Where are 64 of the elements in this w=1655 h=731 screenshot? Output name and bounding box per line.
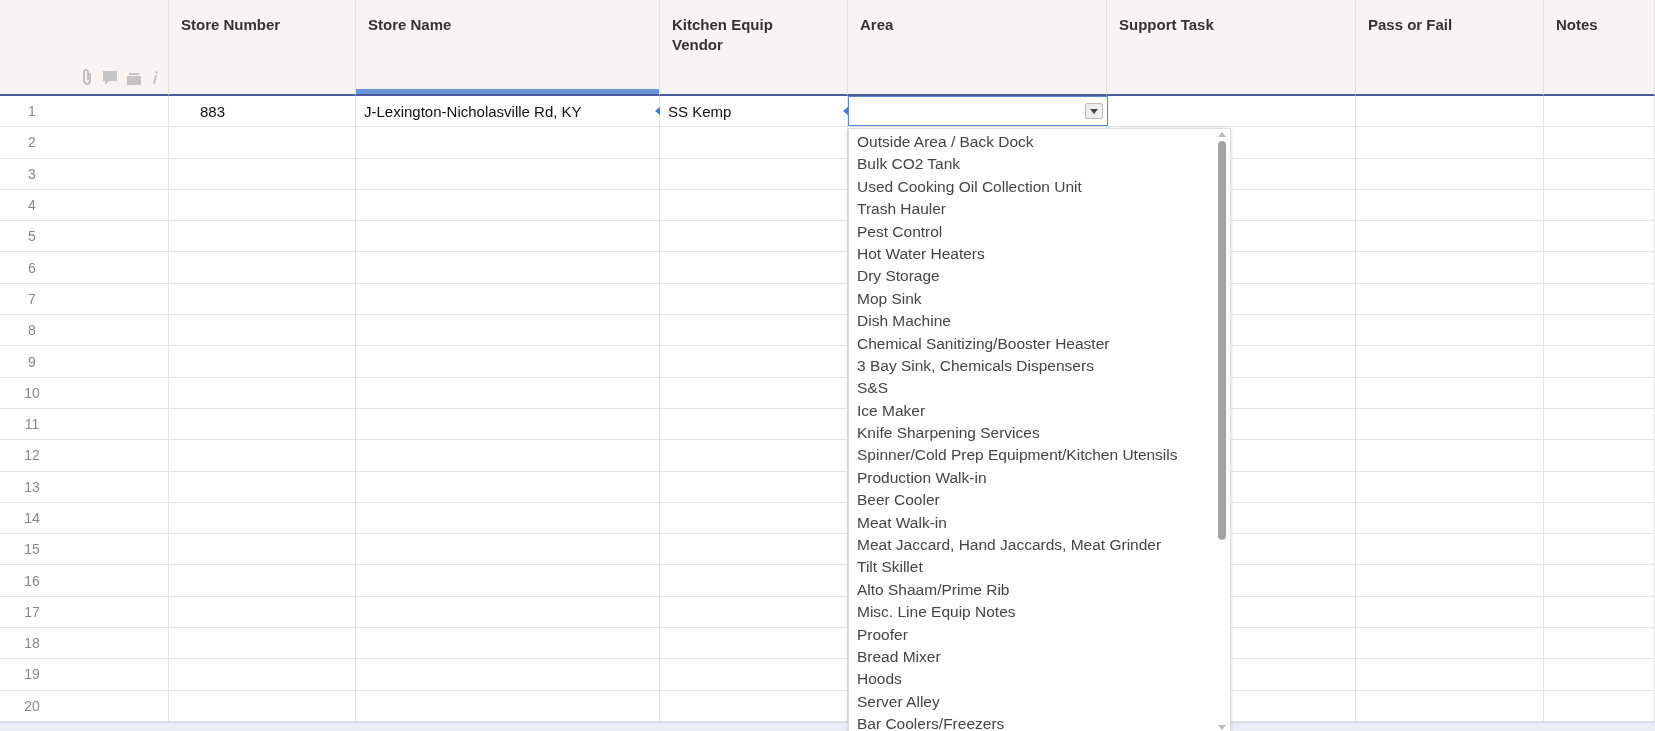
dropdown-option[interactable]: Server Alley: [855, 690, 942, 714]
row-number: 2: [27, 134, 37, 151]
row-number: 13: [23, 478, 41, 495]
row-number: 8: [27, 322, 37, 339]
table-cell: SS Kemp: [668, 102, 732, 120]
dropdown-option[interactable]: Bread Mixer: [855, 646, 943, 669]
column-header[interactable]: Area: [848, 0, 1107, 96]
row-number: 5: [27, 228, 37, 245]
paperclip-icon: [82, 68, 94, 86]
dropdown-field[interactable]: [848, 96, 1108, 127]
dropdown-option[interactable]: Bar Coolers/Freezers: [855, 713, 1007, 731]
row-number: 6: [27, 259, 37, 276]
row-number: 14: [23, 510, 41, 526]
column-header[interactable]: Store Number: [169, 0, 356, 96]
table-cell: J-Lexington-Nicholasville Rd, KY: [364, 102, 582, 120]
dropdown-option[interactable]: Production Walk-in: [855, 466, 989, 490]
info-icon: [150, 70, 158, 86]
dropdown-option[interactable]: Ice Maker: [855, 399, 928, 423]
table-cell: 883: [200, 102, 226, 120]
row-number: 4: [27, 197, 37, 214]
row-number: 9: [27, 353, 37, 370]
row-number: 12: [23, 447, 41, 464]
comment-icon: [102, 70, 118, 86]
row-number: 1: [27, 103, 37, 120]
column-header[interactable]: Store Name: [356, 0, 660, 96]
column-header[interactable]: Notes: [1544, 0, 1655, 96]
dropdown-button[interactable]: [1085, 103, 1103, 119]
dropdown-option[interactable]: Meat Walk-in: [855, 511, 949, 535]
row-number: 20: [23, 697, 41, 714]
dropdown-option[interactable]: Meat Jaccard, Hand Jaccards, Meat Grinder: [855, 534, 1164, 557]
row-number: 3: [27, 165, 37, 182]
row-number: 17: [23, 603, 41, 620]
dropdown-option[interactable]: Tilt Skillet: [855, 556, 925, 579]
row-number: 10: [23, 384, 41, 401]
dropdown-option[interactable]: Beer Cooler: [855, 489, 942, 512]
dropdown-option[interactable]: Pest Control: [855, 220, 945, 243]
column-header[interactable]: Support Task: [1107, 0, 1356, 96]
dropdown-option[interactable]: Misc. Line Equip Notes: [855, 601, 1018, 624]
row-number: 19: [23, 666, 41, 683]
dropdown-option[interactable]: Spinner/Cold Prep Equipment/Kitchen Utensils: [855, 444, 1180, 467]
dropdown-option[interactable]: Hoods: [855, 668, 904, 691]
dropdown-option[interactable]: Trash Hauler: [855, 198, 948, 221]
dropdown-option[interactable]: Outside Area / Back Dock: [855, 131, 1036, 154]
dropdown-option[interactable]: 3 Bay Sink, Chemicals Dispensers: [855, 354, 1096, 378]
dropdown-option[interactable]: Mop Sink: [855, 287, 924, 311]
dropdown-option[interactable]: Knife Sharpening Services: [855, 422, 1042, 445]
dropdown-option[interactable]: Used Cooking Oil Collection Unit: [855, 175, 1084, 199]
column-header[interactable]: Pass or Fail: [1356, 0, 1544, 96]
dropdown-option[interactable]: Alto Shaam/Prime Rib: [855, 578, 1012, 602]
caret-icon: [1090, 108, 1098, 114]
dropdown-option[interactable]: Dish Machine: [855, 310, 953, 333]
row-number: 7: [27, 290, 37, 307]
folder-icon: [126, 72, 142, 86]
row-number: 16: [23, 572, 41, 589]
row-number: 15: [23, 541, 41, 558]
dropdown-option[interactable]: Bulk CO2 Tank: [855, 153, 963, 176]
dropdown-option[interactable]: S&S: [855, 377, 890, 400]
dropdown-option[interactable]: Dry Storage: [855, 265, 942, 288]
row-number: 11: [23, 416, 41, 433]
dropdown-option[interactable]: Proofer: [855, 623, 910, 646]
row-number: 18: [23, 635, 41, 652]
column-header[interactable]: Kitchen Equip Vendor: [660, 0, 848, 96]
dropdown-option[interactable]: Hot Water Heaters: [855, 242, 987, 266]
dropdown-option[interactable]: Chemical Sanitizing/Booster Heaster: [855, 332, 1112, 355]
